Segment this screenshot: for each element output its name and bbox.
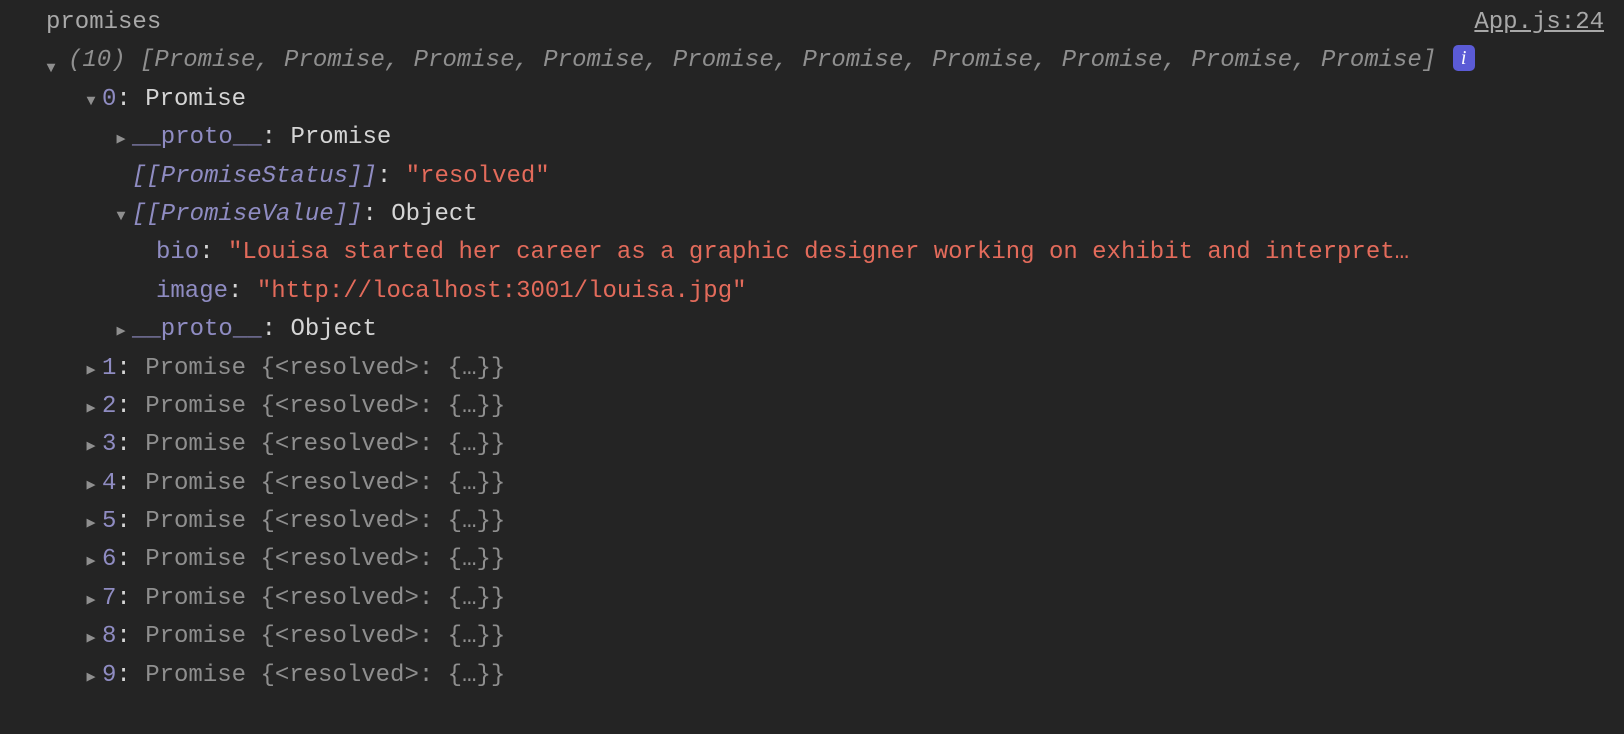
array-count: (10): [68, 47, 126, 74]
object-key: bio: [156, 239, 199, 266]
value-preview: Promise {<resolved>: {…}}: [145, 585, 505, 612]
value-type: Promise: [145, 86, 246, 113]
object-value: Object: [290, 316, 376, 343]
chevron-right-icon[interactable]: [80, 426, 102, 464]
info-icon[interactable]: i: [1453, 45, 1475, 71]
chevron-right-icon[interactable]: [80, 350, 102, 388]
object-key: [[PromiseStatus]]: [132, 163, 377, 190]
value-preview: Promise {<resolved>: {…}}: [145, 623, 505, 650]
array-item[interactable]: 4: Promise {<resolved>: {…}}: [80, 465, 1614, 503]
array-index: 2: [102, 393, 116, 420]
array-item-0[interactable]: 0: Promise: [80, 81, 1614, 119]
chevron-right-icon[interactable]: [80, 541, 102, 579]
value-preview: Promise {<resolved>: {…}}: [145, 470, 505, 497]
property-image: image: "http://localhost:3001/louisa.jpg…: [156, 273, 1614, 311]
chevron-right-icon[interactable]: [110, 119, 132, 157]
array-item[interactable]: 9: Promise {<resolved>: {…}}: [80, 657, 1614, 695]
array-index: 6: [102, 546, 116, 573]
value-preview: Promise {<resolved>: {…}}: [145, 355, 505, 382]
array-index: 3: [102, 431, 116, 458]
array-index: 8: [102, 623, 116, 650]
value-preview: Promise {<resolved>: {…}}: [145, 508, 505, 535]
array-item[interactable]: 8: Promise {<resolved>: {…}}: [80, 618, 1614, 656]
array-index: 5: [102, 508, 116, 535]
console-output: promises App.js:24 (10) [Promise, Promis…: [0, 0, 1624, 705]
array-item[interactable]: 6: Promise {<resolved>: {…}}: [80, 541, 1614, 579]
object-value: Object: [391, 201, 477, 228]
array-index: 4: [102, 470, 116, 497]
array-summary: [Promise, Promise, Promise, Promise, Pro…: [140, 47, 1436, 74]
chevron-right-icon[interactable]: [110, 311, 132, 349]
array-summary-row[interactable]: (10) [Promise, Promise, Promise, Promise…: [10, 42, 1614, 80]
array-index: 1: [102, 355, 116, 382]
chevron-right-icon[interactable]: [80, 618, 102, 656]
object-value: "Louisa started her career as a graphic …: [228, 239, 1409, 266]
value-preview: Promise {<resolved>: {…}}: [145, 431, 505, 458]
chevron-down-icon[interactable]: [80, 81, 102, 119]
object-value: Promise: [290, 124, 391, 151]
promise-status-row: [[PromiseStatus]]: "resolved": [110, 158, 1614, 196]
promise-value-row[interactable]: [[PromiseValue]]: Object: [110, 196, 1614, 234]
value-preview: Promise {<resolved>: {…}}: [145, 546, 505, 573]
chevron-right-icon[interactable]: [80, 503, 102, 541]
value-preview: Promise {<resolved>: {…}}: [145, 662, 505, 689]
chevron-right-icon[interactable]: [80, 465, 102, 503]
proto-row[interactable]: __proto__: Object: [110, 311, 1614, 349]
array-index: 0: [102, 86, 116, 113]
chevron-down-icon[interactable]: [110, 196, 132, 234]
array-item[interactable]: 5: Promise {<resolved>: {…}}: [80, 503, 1614, 541]
chevron-right-icon[interactable]: [80, 657, 102, 695]
object-key: __proto__: [132, 316, 262, 343]
log-header-row: promises App.js:24: [10, 4, 1614, 42]
array-index: 9: [102, 662, 116, 689]
array-item[interactable]: 3: Promise {<resolved>: {…}}: [80, 426, 1614, 464]
value-preview: Promise {<resolved>: {…}}: [145, 393, 505, 420]
source-link[interactable]: App.js:24: [1474, 4, 1604, 42]
array-item[interactable]: 1: Promise {<resolved>: {…}}: [80, 350, 1614, 388]
log-label: promises: [46, 9, 161, 36]
chevron-down-icon[interactable]: [40, 48, 62, 86]
chevron-right-icon[interactable]: [80, 388, 102, 426]
object-key: [[PromiseValue]]: [132, 201, 362, 228]
object-key: __proto__: [132, 124, 262, 151]
object-key: image: [156, 278, 228, 305]
object-value: "resolved": [406, 163, 550, 190]
array-item[interactable]: 2: Promise {<resolved>: {…}}: [80, 388, 1614, 426]
object-value: "http://localhost:3001/louisa.jpg": [257, 278, 747, 305]
property-bio: bio: "Louisa started her career as a gra…: [156, 234, 1614, 272]
chevron-right-icon[interactable]: [80, 580, 102, 618]
proto-row[interactable]: __proto__: Promise: [110, 119, 1614, 157]
array-index: 7: [102, 585, 116, 612]
array-item[interactable]: 7: Promise {<resolved>: {…}}: [80, 580, 1614, 618]
